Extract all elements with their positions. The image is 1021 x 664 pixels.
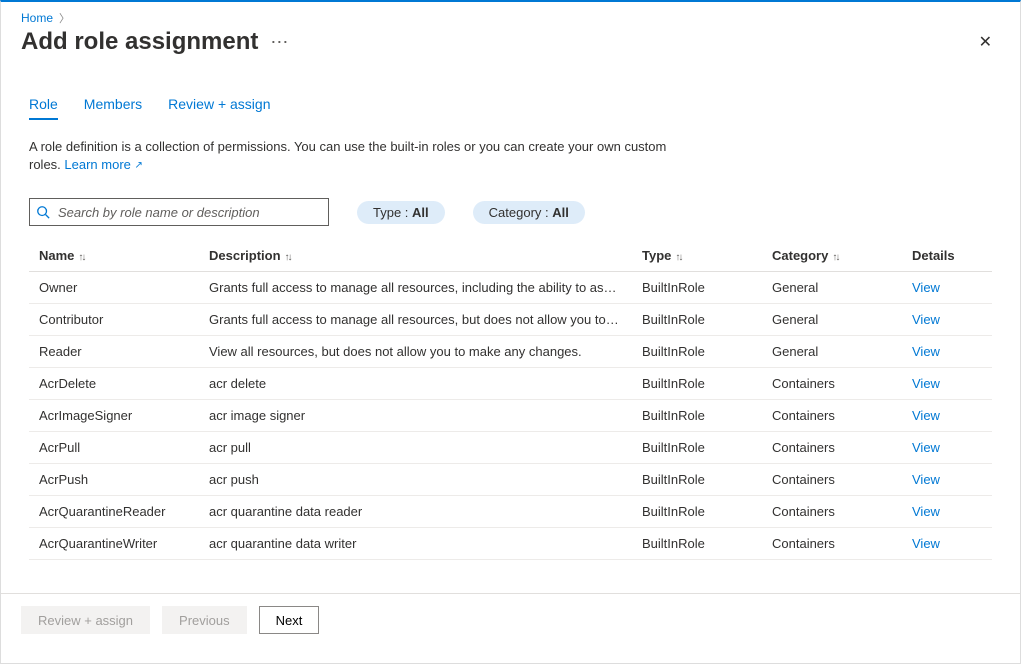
cell-type: BuiltInRole (632, 336, 762, 368)
col-header-details: Details (902, 240, 992, 272)
more-actions-button[interactable]: ⋯ (270, 32, 289, 53)
content-scroll[interactable]: Role Members Review + assign A role defi… (1, 68, 1020, 593)
cell-description: acr quarantine data reader (199, 496, 632, 528)
wizard-footer: Review + assign Previous Next (1, 593, 1020, 646)
type-filter-pill[interactable]: Type : All (357, 201, 445, 224)
breadcrumb: Home 〉 (1, 2, 1020, 26)
cell-name: AcrPull (29, 432, 199, 464)
view-details-link[interactable]: View (912, 504, 940, 519)
search-input-wrapper[interactable] (29, 198, 329, 226)
category-filter-pill[interactable]: Category : All (473, 201, 585, 224)
view-details-link[interactable]: View (912, 536, 940, 551)
external-link-icon: ↗ (135, 160, 143, 171)
sort-icon: ↑↓ (78, 252, 84, 263)
table-row[interactable]: ContributorGrants full access to manage … (29, 304, 992, 336)
table-row[interactable]: AcrImageSigneracr image signerBuiltInRol… (29, 400, 992, 432)
view-details-link[interactable]: View (912, 376, 940, 391)
cell-description: acr quarantine data writer (199, 528, 632, 560)
table-row[interactable]: ReaderView all resources, but does not a… (29, 336, 992, 368)
role-description-text: A role definition is a collection of per… (29, 138, 669, 174)
cell-type: BuiltInRole (632, 400, 762, 432)
wizard-tabs: Role Members Review + assign (29, 92, 992, 120)
table-row[interactable]: AcrPushacr pushBuiltInRoleContainers View (29, 464, 992, 496)
view-details-link[interactable]: View (912, 440, 940, 455)
col-header-type[interactable]: Type↑↓ (632, 240, 762, 272)
tab-role[interactable]: Role (29, 92, 58, 120)
tab-members[interactable]: Members (84, 92, 142, 120)
cell-name: AcrQuarantineWriter (29, 528, 199, 560)
close-button[interactable]: ✕ (971, 28, 1000, 56)
view-details-link[interactable]: View (912, 280, 940, 295)
table-row[interactable]: AcrQuarantineReaderacr quarantine data r… (29, 496, 992, 528)
view-details-link[interactable]: View (912, 344, 940, 359)
cell-name: AcrImageSigner (29, 400, 199, 432)
cell-description: Grants full access to manage all resourc… (199, 304, 632, 336)
cell-category: General (762, 272, 902, 304)
horizontal-scrollbar[interactable] (1, 646, 1020, 663)
search-input[interactable] (56, 204, 322, 221)
cell-category: Containers (762, 432, 902, 464)
view-details-link[interactable]: View (912, 472, 940, 487)
cell-name: AcrPush (29, 464, 199, 496)
sort-icon: ↑↓ (832, 252, 838, 263)
learn-more-link[interactable]: Learn more ↗ (64, 157, 143, 172)
col-header-name[interactable]: Name↑↓ (29, 240, 199, 272)
view-details-link[interactable]: View (912, 312, 940, 327)
review-assign-button[interactable]: Review + assign (21, 606, 150, 634)
cell-description: Grants full access to manage all resourc… (199, 272, 632, 304)
next-button[interactable]: Next (259, 606, 320, 634)
cell-category: Containers (762, 400, 902, 432)
cell-type: BuiltInRole (632, 464, 762, 496)
cell-category: Containers (762, 368, 902, 400)
cell-name: AcrDelete (29, 368, 199, 400)
cell-name: Contributor (29, 304, 199, 336)
cell-type: BuiltInRole (632, 368, 762, 400)
view-details-link[interactable]: View (912, 408, 940, 423)
previous-button[interactable]: Previous (162, 606, 247, 634)
table-row[interactable]: AcrQuarantineWriteracr quarantine data w… (29, 528, 992, 560)
cell-category: General (762, 304, 902, 336)
col-header-description[interactable]: Description↑↓ (199, 240, 632, 272)
cell-category: Containers (762, 528, 902, 560)
table-row[interactable]: OwnerGrants full access to manage all re… (29, 272, 992, 304)
cell-name: Reader (29, 336, 199, 368)
cell-type: BuiltInRole (632, 272, 762, 304)
cell-category: General (762, 336, 902, 368)
cell-category: Containers (762, 464, 902, 496)
cell-description: acr push (199, 464, 632, 496)
cell-name: Owner (29, 272, 199, 304)
page-title: Add role assignment ⋯ (21, 28, 289, 56)
cell-category: Containers (762, 496, 902, 528)
cell-description: acr image signer (199, 400, 632, 432)
cell-type: BuiltInRole (632, 528, 762, 560)
search-icon (36, 205, 50, 219)
cell-description: View all resources, but does not allow y… (199, 336, 632, 368)
breadcrumb-home[interactable]: Home (21, 11, 53, 25)
col-header-category[interactable]: Category↑↓ (762, 240, 902, 272)
cell-description: acr pull (199, 432, 632, 464)
roles-table: Name↑↓ Description↑↓ Type↑↓ Category↑↓ D… (29, 240, 992, 560)
table-row[interactable]: AcrDeleteacr deleteBuiltInRoleContainers… (29, 368, 992, 400)
tab-review-assign[interactable]: Review + assign (168, 92, 270, 120)
cell-name: AcrQuarantineReader (29, 496, 199, 528)
chevron-right-icon: 〉 (59, 10, 70, 26)
sort-icon: ↑↓ (285, 252, 291, 263)
sort-icon: ↑↓ (675, 252, 681, 263)
cell-description: acr delete (199, 368, 632, 400)
table-row[interactable]: AcrPullacr pullBuiltInRoleContainers View (29, 432, 992, 464)
cell-type: BuiltInRole (632, 496, 762, 528)
cell-type: BuiltInRole (632, 304, 762, 336)
cell-type: BuiltInRole (632, 432, 762, 464)
